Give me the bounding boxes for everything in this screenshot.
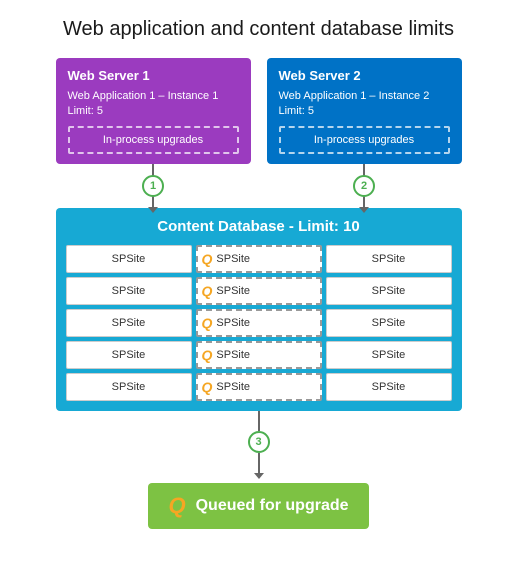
q-icon: Q (202, 379, 213, 395)
web-server-1-instance: Web Application 1 – Instance 1 Limit: 5 (68, 89, 239, 120)
spsite-cell: SPSite (66, 309, 192, 337)
spsite-cell: SPSite (326, 373, 452, 401)
badge-3: 3 (248, 431, 270, 453)
spsite-col-left: SPSite SPSite SPSite SPSite SPSite (66, 245, 192, 401)
spsite-cell-queue: Q SPSite (196, 309, 322, 337)
content-db-title: Content Database - Limit: 10 (66, 218, 452, 235)
bottom-line-2 (258, 453, 260, 473)
q-icon: Q (202, 347, 213, 363)
spsite-cell-queue: Q SPSite (196, 373, 322, 401)
spsite-cell: SPSite (66, 341, 192, 369)
web-server-1-in-process: In-process upgrades (68, 126, 239, 154)
spsite-cell: SPSite (326, 309, 452, 337)
bottom-line-1 (258, 411, 260, 431)
arrow-col-1: 1 (56, 164, 251, 208)
queued-label: Queued for upgrade (196, 497, 349, 515)
q-icon: Q (202, 251, 213, 267)
spsite-col-middle: Q SPSite Q SPSite Q SPSite Q SPSite Q SP… (196, 245, 322, 401)
web-server-2-instance: Web Application 1 – Instance 2 Limit: 5 (279, 89, 450, 120)
spsite-cell-queue: Q SPSite (196, 341, 322, 369)
spsite-cell: SPSite (326, 277, 452, 305)
spsite-cell: SPSite (326, 341, 452, 369)
spsite-cell-queue: Q SPSite (196, 277, 322, 305)
spsite-col-right: SPSite SPSite SPSite SPSite SPSite (326, 245, 452, 401)
badge-2: 2 (353, 175, 375, 197)
arrow-col-2: 2 (267, 164, 462, 208)
queued-q-icon: Q (168, 493, 185, 519)
web-server-1-title: Web Server 1 (68, 68, 239, 83)
bottom-arrow-head (254, 473, 264, 479)
web-server-2-title: Web Server 2 (279, 68, 450, 83)
spsite-cell: SPSite (66, 245, 192, 273)
spsite-cell: SPSite (66, 277, 192, 305)
spsite-cell: SPSite (326, 245, 452, 273)
bottom-arrow-area: 3 (248, 411, 270, 479)
web-server-2-in-process: In-process upgrades (279, 126, 450, 154)
web-servers-row: Web Server 1 Web Application 1 – Instanc… (16, 58, 501, 164)
spsite-cell-queue: Q SPSite (196, 245, 322, 273)
content-db-area: Content Database - Limit: 10 SPSite SPSi… (56, 208, 462, 411)
spsite-cell: SPSite (66, 373, 192, 401)
web-server-1-box: Web Server 1 Web Application 1 – Instanc… (56, 58, 251, 164)
badge-1: 1 (142, 175, 164, 197)
arrow-row: 1 2 (56, 164, 462, 208)
spsite-grid: SPSite SPSite SPSite SPSite SPSite Q SPS… (66, 245, 452, 401)
queued-box: Q Queued for upgrade (148, 483, 368, 529)
page-title: Web application and content database lim… (63, 16, 454, 42)
q-icon: Q (202, 283, 213, 299)
q-icon: Q (202, 315, 213, 331)
web-server-2-box: Web Server 2 Web Application 1 – Instanc… (267, 58, 462, 164)
